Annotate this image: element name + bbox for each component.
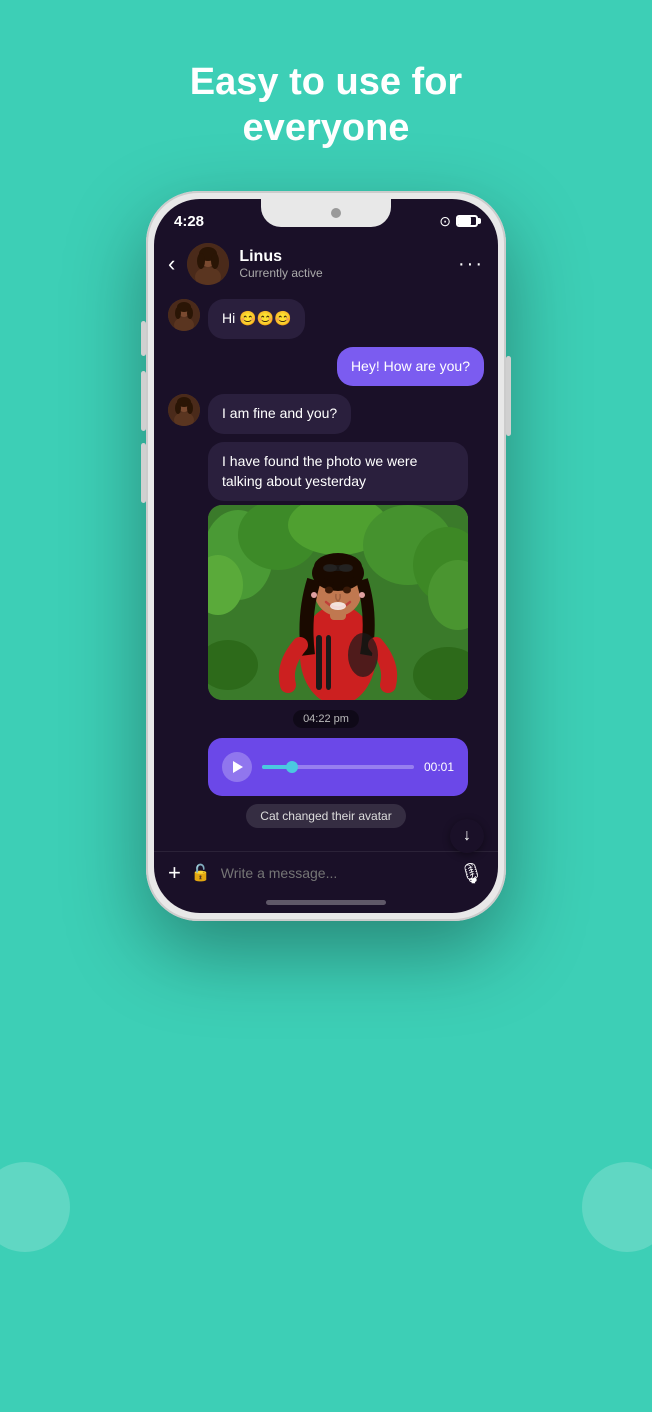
contact-status: Currently active — [239, 266, 448, 280]
phone-notch — [261, 199, 391, 227]
play-button[interactable] — [222, 752, 252, 782]
message-row: Hi 😊😊😊 — [168, 299, 484, 339]
photo-message-text: I have found the photo we were talking a… — [222, 453, 417, 489]
audio-progress-dot — [286, 761, 298, 773]
message-bubble: Hi 😊😊😊 — [208, 299, 305, 339]
audio-player[interactable]: 00:01 — [208, 738, 468, 796]
contact-info: Linus Currently active — [239, 248, 448, 280]
phone-screen: 4:28 ⊙ ‹ — [154, 199, 498, 913]
avatar-image — [187, 243, 229, 285]
phone-outer: 4:28 ⊙ ‹ — [146, 191, 506, 921]
contact-avatar — [187, 243, 229, 285]
outgoing-message-bubble: Hey! How are you? — [337, 347, 484, 387]
message-text: I am fine and you? — [222, 405, 337, 421]
phone-mockup: 4:28 ⊙ ‹ — [146, 191, 506, 1241]
message-bubble: I am fine and you? — [208, 394, 351, 434]
battery-fill — [458, 217, 471, 225]
more-options-button[interactable]: ··· — [458, 253, 484, 276]
input-bar: + 🔓 🎙 — [154, 851, 498, 894]
audio-progress-track[interactable] — [262, 765, 414, 769]
volume-up-button — [141, 321, 146, 356]
message-input[interactable] — [221, 865, 449, 881]
audio-time: 00:01 — [424, 760, 454, 774]
shared-photo[interactable] — [208, 505, 468, 700]
lock-icon: 🔓 — [191, 863, 211, 883]
scroll-down-button[interactable]: ↓ — [450, 819, 484, 853]
message-row: I am fine and you? — [168, 394, 484, 434]
sender-avatar — [168, 394, 200, 426]
photo-message-text-bubble: I have found the photo we were talking a… — [208, 442, 468, 501]
status-icons: ⊙ — [439, 213, 478, 230]
photo-svg — [208, 505, 468, 700]
outgoing-message-row: Hey! How are you? — [168, 347, 484, 387]
message-timestamp: 04:22 pm — [293, 710, 359, 728]
home-indicator — [266, 900, 386, 905]
volume-down-button — [141, 371, 146, 431]
front-camera — [331, 208, 341, 218]
message-text: Hi 😊😊😊 — [222, 310, 291, 326]
messages-area: Hi 😊😊😊 Hey! How are you? — [154, 293, 498, 851]
battery-icon — [456, 215, 478, 227]
play-icon — [233, 761, 243, 773]
chevron-down-icon: ↓ — [463, 827, 471, 845]
photo-message-block: I have found the photo we were talking a… — [168, 442, 484, 700]
back-button[interactable]: ‹ — [168, 251, 175, 277]
sender-avatar — [168, 299, 200, 331]
add-attachment-button[interactable]: + — [168, 860, 181, 886]
wifi-icon: ⊙ — [439, 213, 451, 230]
system-message: Cat changed their avatar — [246, 804, 405, 828]
outgoing-message-text: Hey! How are you? — [351, 358, 470, 374]
contact-name: Linus — [239, 248, 448, 266]
hero-title: Easy to use for everyone — [190, 60, 462, 151]
chat-header: ‹ Linus Currently active — [154, 235, 498, 293]
silent-button — [141, 443, 146, 503]
status-time: 4:28 — [174, 213, 204, 230]
voice-message-button[interactable]: 🎙 — [459, 861, 484, 886]
power-button — [506, 356, 511, 436]
